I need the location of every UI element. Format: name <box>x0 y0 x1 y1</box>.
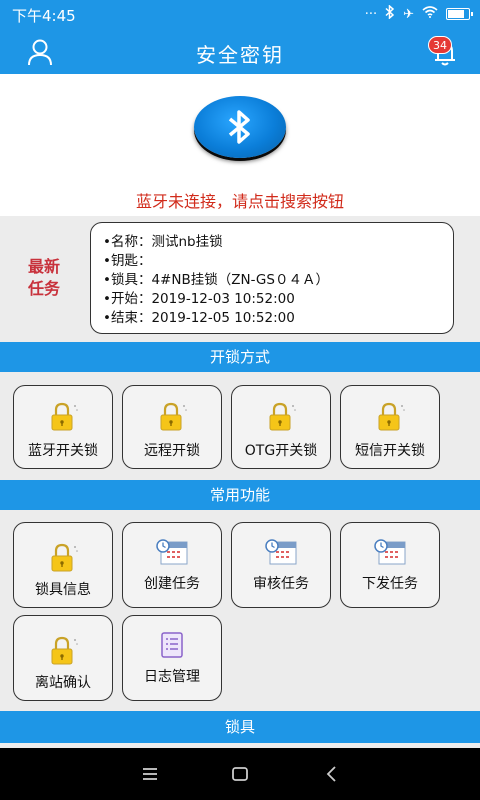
tile-label: 远程开锁 <box>144 443 200 459</box>
more-dots-icon: ··· <box>364 6 378 22</box>
bluetooth-status-text: 蓝牙未连接，请点击搜索按钮 <box>135 192 344 211</box>
battery-icon <box>446 8 473 20</box>
bluetooth-icon <box>228 110 250 144</box>
sms-unlock-tile[interactable]: 短信开关锁 <box>340 385 440 469</box>
bluetooth-panel: 蓝牙未连接，请点击搜索按钮 <box>0 74 480 216</box>
page-title: 安全密钥 <box>196 43 284 67</box>
latest-task-label: 最新 任务 <box>22 256 66 300</box>
calendar-clock-icon <box>123 537 221 567</box>
tile-label: 创建任务 <box>144 576 200 592</box>
system-nav-bar <box>0 748 480 800</box>
notification-button[interactable]: 34 <box>428 36 462 68</box>
tile-label: OTG开关锁 <box>244 443 318 459</box>
calendar-clock-icon <box>232 537 330 567</box>
home-icon[interactable] <box>228 762 252 786</box>
task-name: •名称：测试nb挂锁 <box>103 234 223 250</box>
bluetooth-unlock-tile[interactable]: 蓝牙开关锁 <box>13 385 113 469</box>
status-icons: ··· ✈ <box>364 4 473 23</box>
latest-task-card[interactable]: •名称：测试nb挂锁 •钥匙： •锁具：4#NB挂锁（ZN-GS０４Ａ） •开始… <box>90 222 454 334</box>
unlock-methods-header: 开锁方式 <box>0 342 480 372</box>
tile-label: 审核任务 <box>253 576 309 592</box>
remote-unlock-tile[interactable]: 远程开锁 <box>122 385 222 469</box>
common-functions-header: 常用功能 <box>0 480 480 510</box>
create-task-tile[interactable]: 创建任务 <box>122 522 222 608</box>
lock-info-tile[interactable]: 锁具信息 <box>13 522 113 608</box>
tile-label: 下发任务 <box>362 576 418 592</box>
padlock-icon <box>14 636 112 666</box>
padlock-icon <box>341 402 439 432</box>
padlock-icon <box>14 543 112 573</box>
calendar-clock-icon <box>341 537 439 567</box>
task-key: •钥匙： <box>103 253 152 269</box>
padlock-icon <box>14 402 112 432</box>
padlock-icon <box>123 402 221 432</box>
otg-unlock-tile[interactable]: OTG开关锁 <box>231 385 331 469</box>
task-lock: •锁具：4#NB挂锁（ZN-GS０４Ａ） <box>103 272 329 288</box>
status-bar: 下午4:45 ··· ✈ <box>0 0 480 28</box>
departure-confirm-tile[interactable]: 离站确认 <box>13 615 113 701</box>
task-end: •结束：2019-12-05 10:52:00 <box>103 310 295 326</box>
tile-label: 短信开关锁 <box>355 443 425 459</box>
menu-icon[interactable] <box>138 762 162 786</box>
bluetooth-status-icon <box>385 4 395 23</box>
back-icon[interactable] <box>320 762 344 786</box>
tile-label: 蓝牙开关锁 <box>28 443 98 459</box>
latest-task-label-line1: 最新 <box>27 257 60 276</box>
locks-header: 锁具 <box>0 711 480 743</box>
log-document-icon <box>123 630 221 660</box>
wifi-icon <box>422 6 438 22</box>
dispatch-task-tile[interactable]: 下发任务 <box>340 522 440 608</box>
tile-label: 锁具信息 <box>35 582 91 598</box>
status-time: 下午4:45 <box>12 7 76 25</box>
app-bar: 安全密钥 34 <box>0 28 480 74</box>
notification-badge: 34 <box>428 36 452 54</box>
padlock-icon <box>232 402 330 432</box>
latest-task-panel: 最新 任务 •名称：测试nb挂锁 •钥匙： •锁具：4#NB挂锁（ZN-GS０４… <box>0 216 480 342</box>
latest-task-label-line2: 任务 <box>27 279 60 298</box>
log-management-tile[interactable]: 日志管理 <box>122 615 222 701</box>
tile-label: 离站确认 <box>35 675 91 691</box>
airplane-icon: ✈ <box>403 6 414 22</box>
review-task-tile[interactable]: 审核任务 <box>231 522 331 608</box>
task-start: •开始：2019-12-03 10:52:00 <box>103 291 295 307</box>
bluetooth-search-button[interactable] <box>194 96 286 158</box>
tile-label: 日志管理 <box>144 669 200 685</box>
